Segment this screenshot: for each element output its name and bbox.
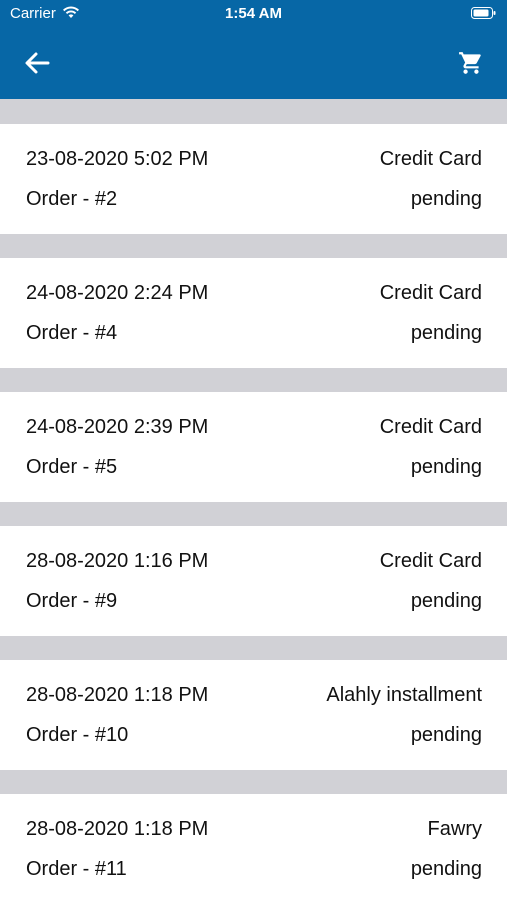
order-number: Order - #10 xyxy=(26,724,129,746)
order-card[interactable]: 28-08-2020 1:18 PM Alahly installment Or… xyxy=(0,660,507,770)
order-card[interactable]: 28-08-2020 1:16 PM Credit Card Order - #… xyxy=(0,526,507,636)
order-status: pending xyxy=(410,188,482,210)
payment-method: Credit Card xyxy=(379,148,482,170)
order-card[interactable]: 24-08-2020 2:39 PM Credit Card Order - #… xyxy=(0,392,507,502)
order-status: pending xyxy=(410,858,482,880)
order-status: pending xyxy=(410,456,482,478)
order-date: 24-08-2020 2:24 PM xyxy=(26,282,209,304)
order-card[interactable]: 24-08-2020 2:24 PM Credit Card Order - #… xyxy=(0,258,507,368)
payment-method: Fawry xyxy=(427,818,482,840)
order-date: 28-08-2020 1:16 PM xyxy=(26,550,209,572)
order-status: pending xyxy=(410,724,482,746)
order-number: Order - #9 xyxy=(26,590,118,612)
order-number: Order - #5 xyxy=(26,456,118,478)
cart-button[interactable] xyxy=(457,50,485,76)
order-status: pending xyxy=(410,590,482,612)
order-date: 24-08-2020 2:39 PM xyxy=(26,416,209,438)
order-status: pending xyxy=(410,322,482,344)
order-date: 28-08-2020 1:18 PM xyxy=(26,818,209,840)
order-number: Order - #4 xyxy=(26,322,118,344)
status-bar: Carrier 1:54 AM xyxy=(0,0,507,28)
back-button[interactable] xyxy=(22,50,52,76)
order-number: Order - #2 xyxy=(26,188,118,210)
app-bar: Carrier 1:54 AM xyxy=(0,0,507,99)
clock: 1:54 AM xyxy=(225,5,282,22)
order-date: 23-08-2020 5:02 PM xyxy=(26,148,209,170)
order-card[interactable]: 23-08-2020 5:02 PM Credit Card Order - #… xyxy=(0,124,507,234)
arrow-left-icon xyxy=(25,52,50,74)
order-card[interactable]: 28-08-2020 1:18 PM Fawry Order - #11 pen… xyxy=(0,794,507,904)
payment-method: Credit Card xyxy=(379,416,482,438)
payment-method: Credit Card xyxy=(379,282,482,304)
payment-method: Credit Card xyxy=(379,550,482,572)
battery-icon xyxy=(471,7,496,19)
order-date: 28-08-2020 1:18 PM xyxy=(26,684,209,706)
shopping-cart-icon xyxy=(459,52,481,74)
payment-method: Alahly installment xyxy=(326,684,482,706)
order-number: Order - #11 xyxy=(26,858,127,880)
